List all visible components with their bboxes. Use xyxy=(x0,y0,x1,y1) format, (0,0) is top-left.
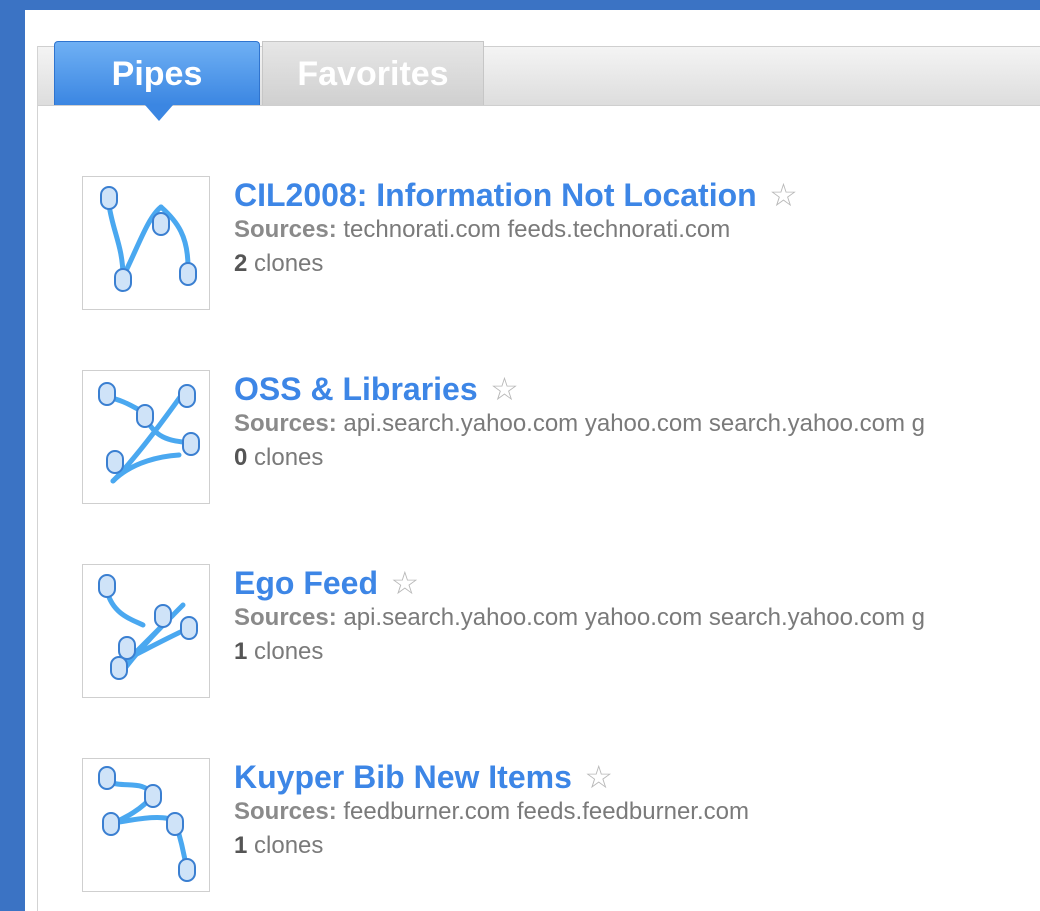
tab-favorites-label: Favorites xyxy=(297,55,449,93)
pipe-thumbnail[interactable] xyxy=(82,564,210,698)
star-outline-icon[interactable]: ☆ xyxy=(769,177,798,213)
pipe-clones: 1 clones xyxy=(234,638,323,666)
pipe-title-link[interactable]: CIL2008: Information Not Location xyxy=(234,177,757,213)
pipe-title-link[interactable]: OSS & Libraries xyxy=(234,371,478,407)
pipe-title-row: CIL2008: Information Not Location ☆ xyxy=(234,176,798,214)
pipe-list-item: Ego Feed ☆ Sources: api.search.yahoo.com… xyxy=(38,554,1040,704)
tab-bar: Pipes Favorites xyxy=(38,41,1040,121)
pipes-panel: Pipes Favorites CIL2008: Information Not… xyxy=(37,41,1040,911)
star-outline-icon[interactable]: ☆ xyxy=(390,565,419,601)
clones-suffix: clones xyxy=(254,250,324,277)
clones-suffix: clones xyxy=(254,638,324,665)
pipe-clones: 2 clones xyxy=(234,250,323,278)
sources-label: Sources: xyxy=(234,798,337,825)
sources-value: feedburner.com feeds.feedburner.com xyxy=(343,798,749,825)
pipe-title-link[interactable]: Kuyper Bib New Items xyxy=(234,759,572,795)
pipe-title-row: OSS & Libraries ☆ xyxy=(234,370,519,408)
pipe-list-item: OSS & Libraries ☆ Sources: api.search.ya… xyxy=(38,360,1040,510)
pipe-thumbnail[interactable] xyxy=(82,176,210,310)
pipe-title-row: Kuyper Bib New Items ☆ xyxy=(234,758,613,796)
sources-label: Sources: xyxy=(234,410,337,437)
sources-value: technorati.com feeds.technorati.com xyxy=(343,216,731,243)
pipe-diagram-icon xyxy=(100,186,197,292)
clone-count: 2 xyxy=(234,250,248,277)
app-frame: Pipes Favorites CIL2008: Information Not… xyxy=(25,10,1040,911)
tab-favorites[interactable]: Favorites xyxy=(262,41,484,105)
pipe-diagram-icon xyxy=(98,382,200,484)
pipe-clones: 0 clones xyxy=(234,444,323,472)
clone-count: 1 xyxy=(234,832,248,859)
pipe-thumbnail[interactable] xyxy=(82,370,210,504)
tab-pipes-label: Pipes xyxy=(111,55,203,93)
active-tab-pointer xyxy=(145,105,173,121)
pipe-clones: 1 clones xyxy=(234,832,323,860)
pipe-diagram-icon xyxy=(98,766,196,882)
pipe-sources: Sources: feedburner.com feeds.feedburner… xyxy=(234,798,749,826)
clones-suffix: clones xyxy=(254,444,324,471)
pipe-title-row: Ego Feed ☆ xyxy=(234,564,419,602)
star-outline-icon[interactable]: ☆ xyxy=(584,759,613,795)
pipe-sources: Sources: api.search.yahoo.com yahoo.com … xyxy=(234,604,925,632)
sources-label: Sources: xyxy=(234,216,337,243)
clone-count: 0 xyxy=(234,444,248,471)
star-outline-icon[interactable]: ☆ xyxy=(490,371,519,407)
sources-label: Sources: xyxy=(234,604,337,631)
pipe-title-link[interactable]: Ego Feed xyxy=(234,565,378,601)
tab-pipes[interactable]: Pipes xyxy=(54,41,260,121)
clone-count: 1 xyxy=(234,638,248,665)
pipe-thumbnail[interactable] xyxy=(82,758,210,892)
sources-value: api.search.yahoo.com yahoo.com search.ya… xyxy=(343,604,926,631)
sources-value: api.search.yahoo.com yahoo.com search.ya… xyxy=(343,410,926,437)
pipe-sources: Sources: api.search.yahoo.com yahoo.com … xyxy=(234,410,925,438)
clones-suffix: clones xyxy=(254,832,324,859)
pipe-diagram-icon xyxy=(98,574,198,680)
pipe-list-item: CIL2008: Information Not Location ☆ Sour… xyxy=(38,166,1040,316)
pipe-sources: Sources: technorati.com feeds.technorati… xyxy=(234,216,730,244)
pipe-list-item: Kuyper Bib New Items ☆ Sources: feedburn… xyxy=(38,748,1040,898)
